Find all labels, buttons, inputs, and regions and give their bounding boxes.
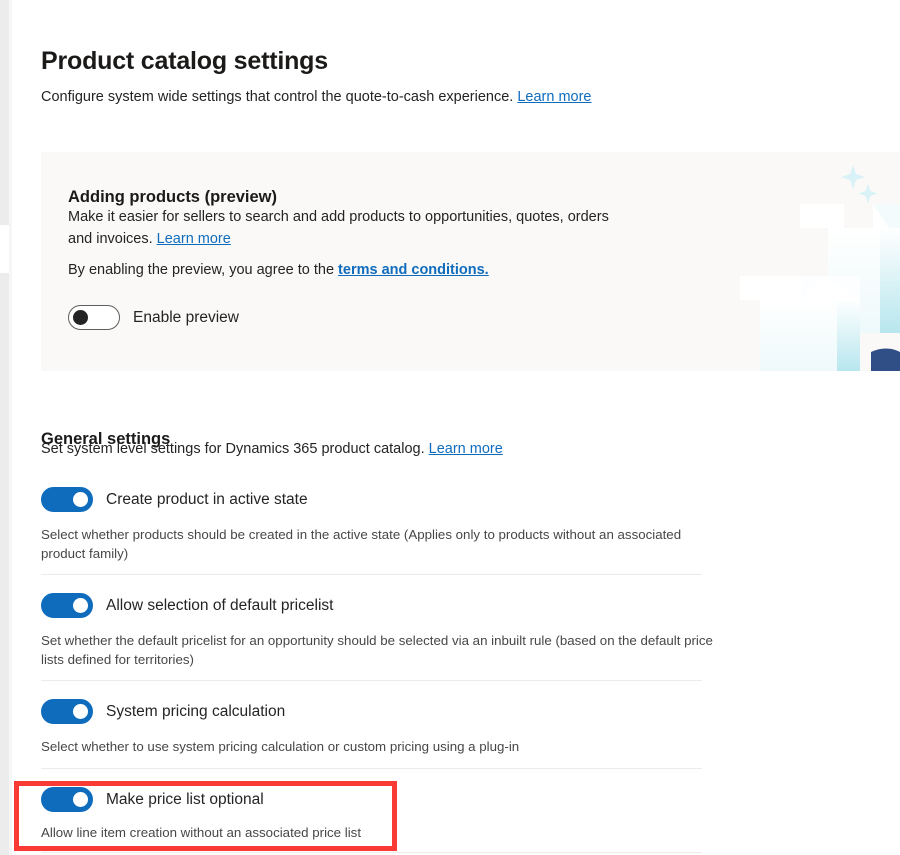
- page-subtitle-learn-more-link[interactable]: Learn more: [517, 89, 591, 105]
- system-pricing-calculation-label: System pricing calculation: [106, 702, 286, 720]
- create-product-in-active-state-description: Select whether products should be create…: [41, 527, 682, 561]
- general-settings-description-text: Set system level settings for Dynamics 3…: [41, 441, 425, 457]
- preview-card-description: Make it easier for sellers to search and…: [68, 206, 628, 250]
- enable-preview-toggle[interactable]: [68, 305, 120, 330]
- enable-preview-label: Enable preview: [133, 308, 239, 326]
- allow-selection-of-default-pricelist-toggle[interactable]: [41, 593, 93, 618]
- make-price-list-optional-label: Make price list optional: [106, 790, 264, 808]
- adding-products-preview-card: Adding products (preview) Make it easier…: [41, 152, 900, 371]
- open-boxes-illustration: [740, 165, 900, 371]
- settings-page: Product catalog settings Configure syste…: [12, 0, 900, 855]
- preview-card-terms: By enabling the preview, you agree to th…: [68, 262, 489, 278]
- toggle-knob-icon: [73, 492, 88, 507]
- toggle-knob-icon: [73, 704, 88, 719]
- page-subtitle: Configure system wide settings that cont…: [41, 89, 592, 105]
- page-subtitle-text: Configure system wide settings that cont…: [41, 89, 514, 105]
- general-settings-learn-more-link[interactable]: Learn more: [429, 441, 503, 457]
- system-pricing-calculation-description: Select whether to use system pricing cal…: [41, 739, 520, 754]
- page-title: Product catalog settings: [41, 46, 328, 75]
- setting-row-system-pricing: System pricing calculation: [41, 699, 285, 724]
- settings-divider: [41, 574, 702, 575]
- setting-row-create-product-active: Create product in active state: [41, 487, 308, 512]
- make-price-list-optional-description: Allow line item creation without an asso…: [41, 825, 362, 840]
- general-settings-description: Set system level settings for Dynamics 3…: [41, 441, 503, 457]
- setting-row-default-pricelist: Allow selection of default pricelist: [41, 593, 333, 618]
- page-scrollbar-thumb[interactable]: [0, 225, 9, 273]
- setting-row-make-price-list-optional: Make price list optional: [41, 787, 264, 812]
- settings-divider: [41, 680, 702, 681]
- allow-selection-of-default-pricelist-label: Allow selection of default pricelist: [106, 596, 334, 614]
- system-pricing-calculation-toggle[interactable]: [41, 699, 93, 724]
- toggle-knob-icon: [73, 792, 88, 807]
- enable-preview-row: Enable preview: [68, 305, 239, 330]
- make-price-list-optional-toggle[interactable]: [41, 787, 93, 812]
- toggle-knob-icon: [73, 310, 88, 326]
- preview-card-learn-more-link[interactable]: Learn more: [157, 231, 231, 247]
- page-scrollbar-track[interactable]: [0, 0, 9, 855]
- preview-card-terms-text: By enabling the preview, you agree to th…: [68, 262, 335, 278]
- terms-and-conditions-link[interactable]: terms and conditions.: [338, 262, 489, 278]
- toggle-knob-icon: [73, 598, 88, 613]
- preview-card-title: Adding products (preview): [68, 187, 278, 206]
- allow-selection-of-default-pricelist-description: Set whether the default pricelist for an…: [41, 633, 713, 667]
- create-product-in-active-state-label: Create product in active state: [106, 490, 308, 508]
- create-product-in-active-state-toggle[interactable]: [41, 487, 93, 512]
- settings-divider: [41, 768, 702, 769]
- preview-card-description-text: Make it easier for sellers to search and…: [68, 209, 609, 247]
- settings-divider: [41, 852, 702, 853]
